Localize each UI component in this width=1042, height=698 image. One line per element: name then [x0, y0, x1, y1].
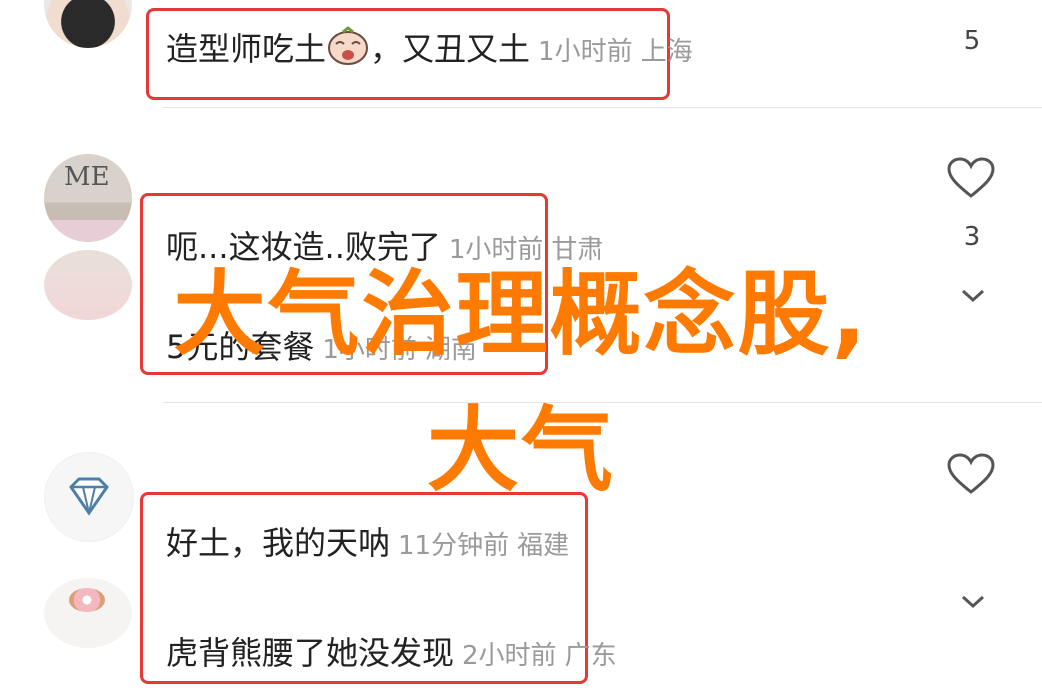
comment-5[interactable]: 虎背熊腰了她没发现 2小时前 广东 — [166, 628, 617, 674]
avatar-user-5[interactable] — [44, 578, 132, 648]
comment-4[interactable]: 好土，我的天呐 11分钟前 福建 — [166, 518, 569, 564]
overlay-title-line-1: 大气治理概念股, — [173, 261, 869, 368]
crying-face-emoji — [328, 26, 369, 65]
comment-4-time: 11分钟前 — [398, 531, 510, 561]
comment-1[interactable]: 造型师吃土 ，又丑又土 1小时前 上海 — [166, 24, 693, 70]
comment-1-suffix: ，又丑又土 — [370, 30, 531, 68]
comment-4-location: 福建 — [517, 531, 570, 561]
like-count-1: 5 — [963, 26, 981, 56]
donut-icon — [69, 588, 105, 612]
comment-5-location: 广东 — [564, 641, 617, 671]
comment-1-location: 上海 — [640, 37, 693, 67]
comment-5-text: 虎背熊腰了她没发现 — [166, 634, 455, 672]
avatar-user-2[interactable]: ME — [44, 154, 132, 242]
divider — [163, 107, 1042, 108]
comment-5-time: 2小时前 — [462, 641, 557, 671]
comment-1-text: 造型师吃土 — [166, 30, 327, 68]
avatar-me-text: ME — [64, 162, 110, 192]
comment-1-time: 1小时前 — [538, 37, 633, 67]
heart-outline-icon[interactable] — [946, 156, 996, 200]
chevron-down-icon[interactable] — [960, 594, 986, 610]
comment-4-text: 好土，我的天呐 — [166, 524, 391, 562]
avatar-user-1[interactable] — [44, 0, 132, 48]
overlay-title-line-2: 大气 — [426, 397, 615, 504]
